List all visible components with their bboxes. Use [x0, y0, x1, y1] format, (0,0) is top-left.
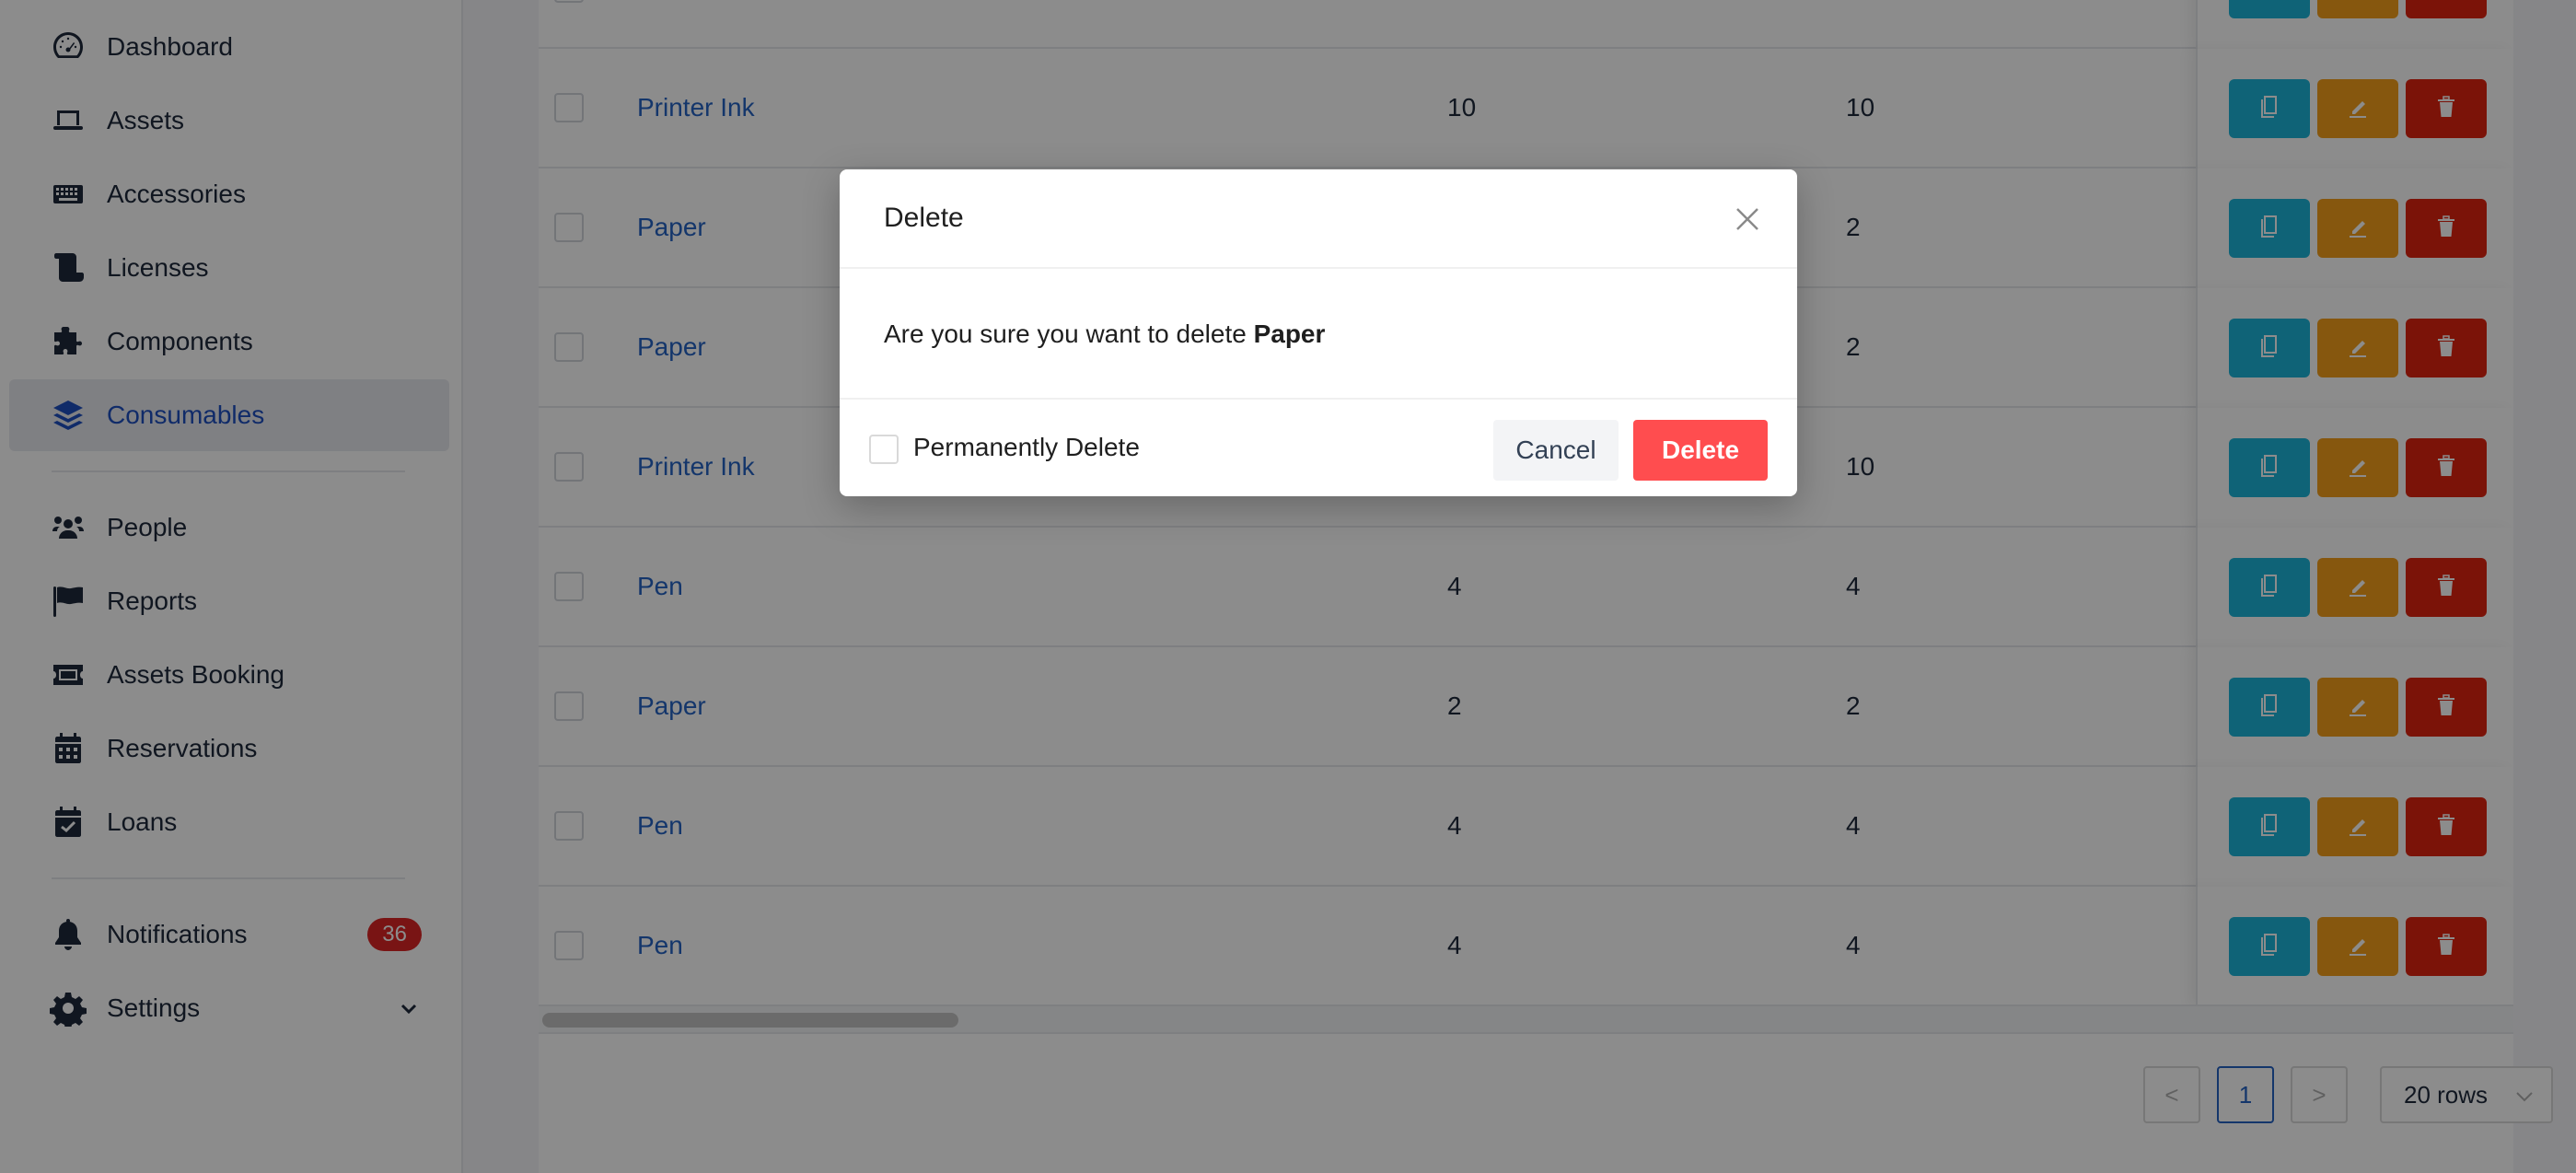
modal-message: Are you sure you want to delete Paper: [884, 319, 1325, 349]
permanently-delete-checkbox[interactable]: [869, 435, 899, 464]
permanently-delete-label[interactable]: Permanently Delete: [913, 433, 1140, 462]
modal-footer: Permanently Delete Cancel Delete: [840, 401, 1797, 496]
close-icon[interactable]: [1733, 204, 1762, 234]
delete-confirm-modal: Delete Are you sure you want to delete P…: [840, 169, 1797, 496]
modal-item-name: Paper: [1253, 319, 1326, 348]
modal-title: Delete: [884, 203, 964, 233]
modal-message-prefix: Are you sure you want to delete: [884, 319, 1254, 348]
cancel-button[interactable]: Cancel: [1493, 420, 1619, 481]
confirm-delete-button[interactable]: Delete: [1633, 420, 1768, 481]
modal-body: Are you sure you want to delete Paper: [840, 271, 1797, 400]
modal-header: Delete: [840, 169, 1797, 269]
